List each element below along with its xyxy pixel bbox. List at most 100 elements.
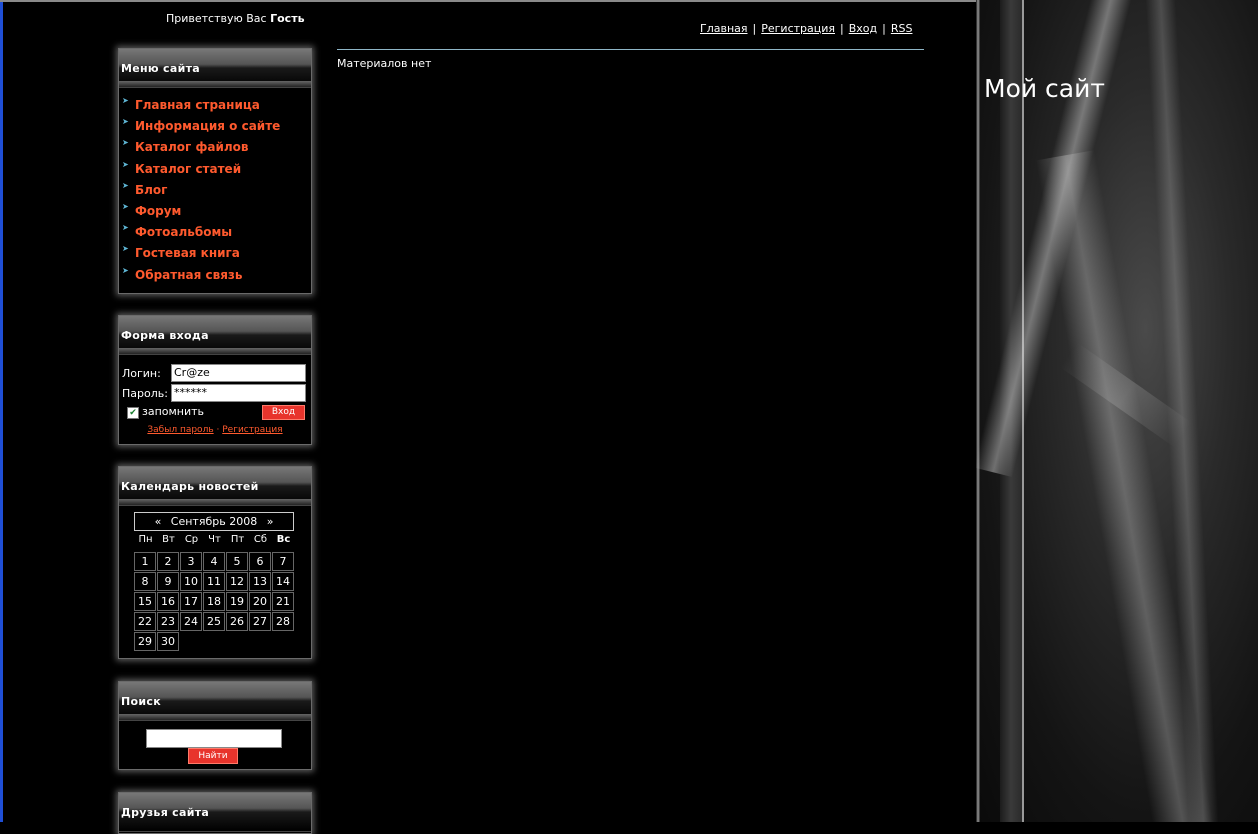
calendar-day: 21 xyxy=(272,592,294,611)
calendar-day: 22 xyxy=(134,612,156,631)
calendar-day: 6 xyxy=(249,552,271,571)
topnav-rss-link[interactable]: RSS xyxy=(891,22,913,35)
calendar-grid: « Сентябрь 2008 » Пн Вт Ср Чт Пт Сб Вс 1 2 3 4 5 6 7 8… xyxy=(119,506,311,656)
double-arrow-icon: ➤ xyxy=(122,159,129,169)
calendar-weekday: Ср xyxy=(184,534,199,545)
greeting-prefix: Приветствую Вас xyxy=(166,12,267,25)
calendar-day: 28 xyxy=(272,612,294,631)
greeting: Приветствую Вас Гость xyxy=(166,12,305,25)
link-separator: · xyxy=(216,425,220,435)
double-arrow-icon: ➤ xyxy=(122,201,129,211)
calendar-next-button[interactable]: » xyxy=(267,515,274,528)
topnav-register-link[interactable]: Регистрация xyxy=(761,22,835,35)
topnav-separator: | xyxy=(840,22,844,35)
password-input[interactable]: ****** xyxy=(171,384,306,402)
menu-item-articles[interactable]: ➤ Каталог статей xyxy=(119,158,311,179)
calendar-weekday: Пн xyxy=(138,534,153,545)
calendar-day: 2 xyxy=(157,552,179,571)
double-arrow-icon: ➤ xyxy=(122,117,129,127)
double-arrow-icon: ➤ xyxy=(122,244,129,254)
remember-checkbox[interactable]: ✔ xyxy=(127,407,139,419)
calendar-day: 19 xyxy=(226,592,248,611)
calendar-day: 18 xyxy=(203,592,225,611)
block-header: Форма входа xyxy=(119,316,311,355)
login-block: Форма входа Логин: Cr@ze Пароль: ****** … xyxy=(118,315,312,445)
friends-block: Друзья сайта xyxy=(118,792,312,834)
menu-item-home[interactable]: ➤ Главная страница xyxy=(119,94,311,115)
forgot-password-link[interactable]: Забыл пароль xyxy=(147,425,213,435)
calendar-day: 25 xyxy=(203,612,225,631)
news-calendar-block: Календарь новостей « Сентябрь 2008 » Пн В… xyxy=(118,466,312,659)
calendar-day: 16 xyxy=(157,592,179,611)
content-divider xyxy=(337,49,924,50)
calendar-day: 12 xyxy=(226,572,248,591)
menu-item-guestbook[interactable]: ➤ Гостевая книга xyxy=(119,242,311,263)
menu-item-files[interactable]: ➤ Каталог файлов xyxy=(119,136,311,157)
calendar-day: 4 xyxy=(203,552,225,571)
calendar-day: 24 xyxy=(180,612,202,631)
register-link[interactable]: Регистрация xyxy=(222,425,282,435)
double-arrow-icon: ➤ xyxy=(122,223,129,233)
block-title: Форма входа xyxy=(121,329,209,342)
block-title: Меню сайта xyxy=(121,62,200,75)
search-block: Поиск Найти xyxy=(118,681,312,770)
calendar-day: 9 xyxy=(157,572,179,591)
calendar-weekday: Вт xyxy=(162,534,175,545)
search-input[interactable] xyxy=(146,729,282,748)
double-arrow-icon: ➤ xyxy=(122,265,129,275)
double-arrow-icon: ➤ xyxy=(122,138,129,148)
calendar-day: 23 xyxy=(157,612,179,631)
calendar-month-header: « Сентябрь 2008 » xyxy=(134,512,294,531)
block-header: Друзья сайта xyxy=(119,793,311,832)
topnav-separator: | xyxy=(752,22,757,35)
login-form: Логин: Cr@ze Пароль: ****** ✔ запомнить … xyxy=(119,355,311,445)
topnav-login-link[interactable]: Вход xyxy=(849,22,877,35)
calendar-day: 3 xyxy=(180,552,202,571)
site-title: Мой сайт xyxy=(984,74,1105,103)
calendar-day: 8 xyxy=(134,572,156,591)
calendar-weekday: Пт xyxy=(230,534,245,545)
menu-item-blog[interactable]: ➤ Блог xyxy=(119,179,311,200)
calendar-day: 20 xyxy=(249,592,271,611)
menu-item-about[interactable]: ➤ Информация о сайте xyxy=(119,115,311,136)
calendar-month-label: Сентябрь 2008 xyxy=(170,515,258,528)
remember-label: запомнить xyxy=(142,405,205,418)
menu-item-photos[interactable]: ➤ Фотоальбомы xyxy=(119,221,311,242)
calendar-day: 15 xyxy=(134,592,156,611)
double-arrow-icon: ➤ xyxy=(122,96,129,105)
login-input[interactable]: Cr@ze xyxy=(171,364,306,382)
block-title: Поиск xyxy=(121,695,161,708)
topnav-separator: | xyxy=(882,22,886,35)
calendar-day: 13 xyxy=(249,572,271,591)
login-label: Логин: xyxy=(122,367,161,380)
calendar-day: 5 xyxy=(226,552,248,571)
calendar-day: 7 xyxy=(272,552,294,571)
calendar-day: 17 xyxy=(180,592,202,611)
calendar-weekday: Сб xyxy=(253,534,268,545)
block-title: Друзья сайта xyxy=(121,806,210,819)
double-arrow-icon: ➤ xyxy=(122,180,129,190)
login-submit-button[interactable]: Вход xyxy=(262,405,305,420)
header-artwork xyxy=(976,0,1258,822)
calendar-day: 29 xyxy=(134,632,156,651)
site-menu: ➤ Главная страница ➤ Информация о сайте ➤ К… xyxy=(119,88,311,291)
search-button[interactable]: Найти xyxy=(188,748,238,764)
top-navigation: Главная | Регистрация | Вход | RSS xyxy=(700,22,912,35)
calendar-day: 14 xyxy=(272,572,294,591)
calendar-day: 1 xyxy=(134,552,156,571)
block-header: Поиск xyxy=(119,682,311,721)
calendar-prev-button[interactable]: « xyxy=(155,515,162,528)
empty-content-message: Материалов нет xyxy=(337,57,432,70)
calendar-weekday: Чт xyxy=(208,534,221,545)
calendar-day: 27 xyxy=(249,612,271,631)
block-title: Календарь новостей xyxy=(121,480,259,493)
block-header: Календарь новостей xyxy=(119,467,311,506)
menu-item-feedback[interactable]: ➤ Обратная связь xyxy=(119,264,311,285)
menu-item-forum[interactable]: ➤ Форум xyxy=(119,200,311,221)
password-label: Пароль: xyxy=(122,387,168,400)
calendar-weekday: Вс xyxy=(276,534,291,545)
topnav-home-link[interactable]: Главная xyxy=(700,22,748,35)
window-left-border xyxy=(0,0,3,822)
calendar-day: 30 xyxy=(157,632,179,651)
calendar-day: 26 xyxy=(226,612,248,631)
